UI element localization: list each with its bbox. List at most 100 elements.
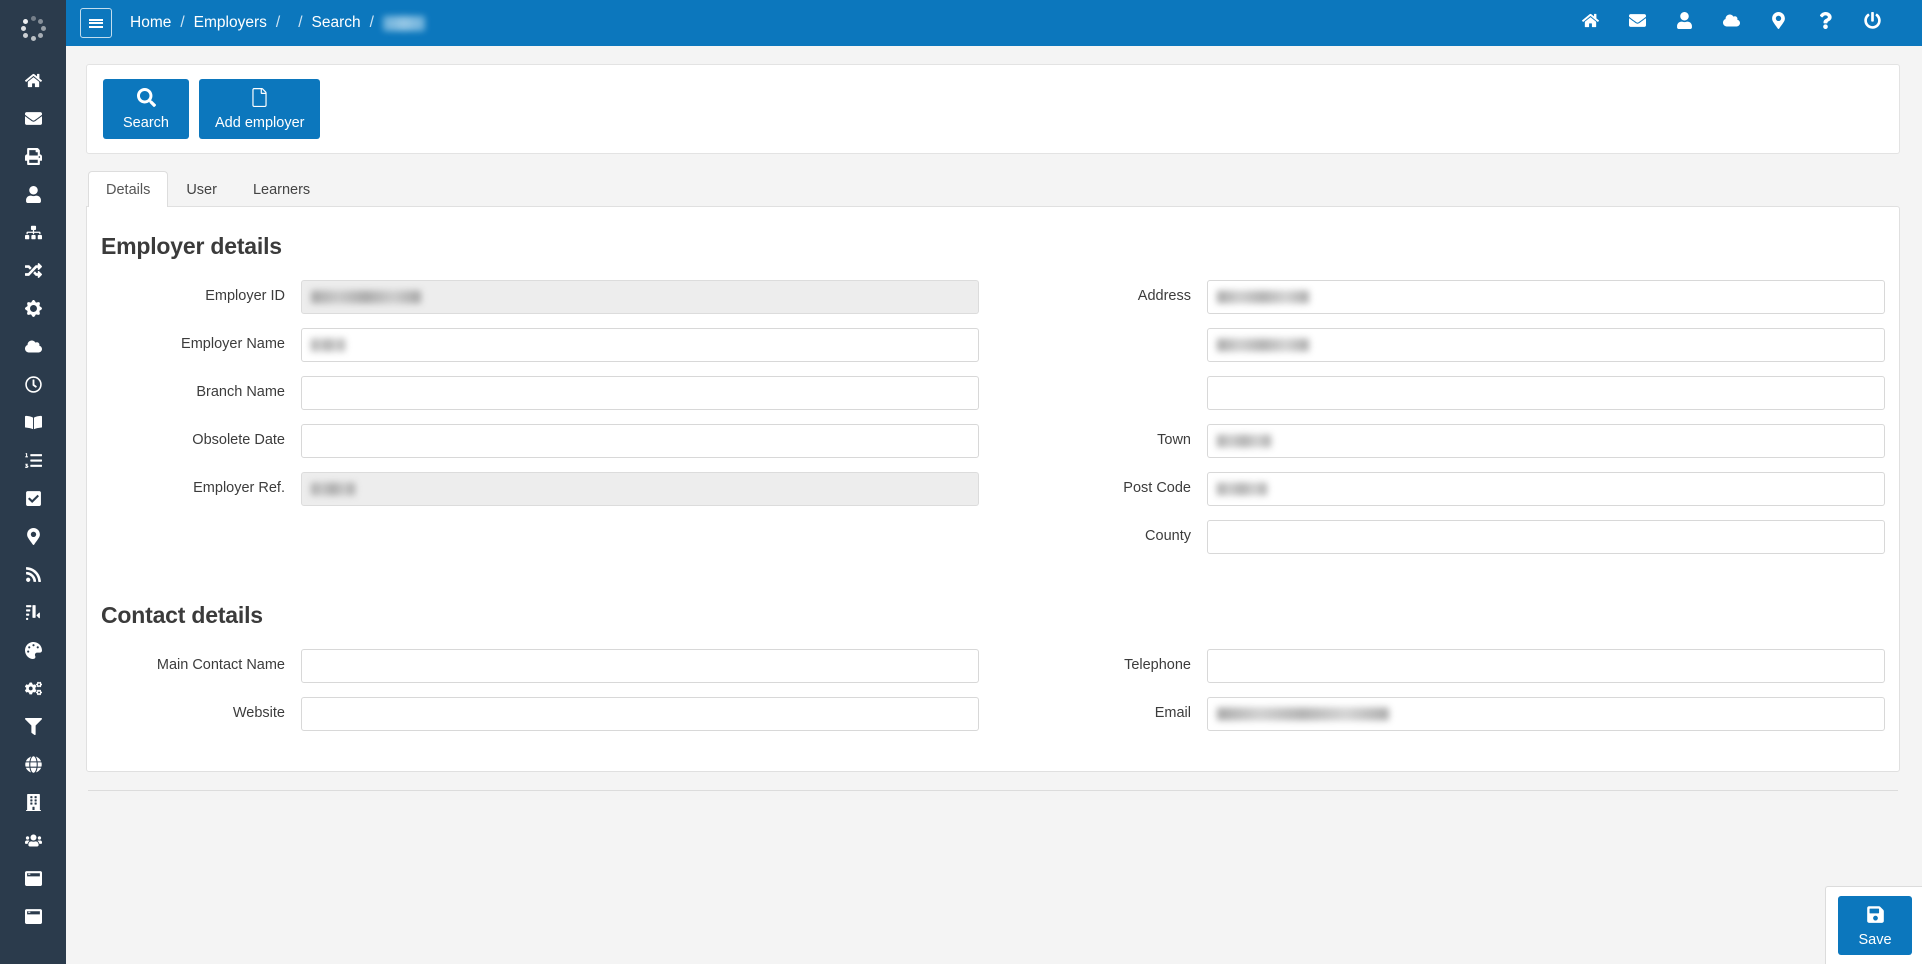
sidebar-item-clock[interactable] [0, 365, 66, 403]
sidebar [0, 0, 66, 964]
field-wrapper [1207, 520, 1885, 554]
sidebar-item-book[interactable] [0, 403, 66, 441]
input-branch-name[interactable] [301, 376, 979, 410]
save-button[interactable]: Save [1838, 896, 1912, 955]
label-post-code: Post Code [1007, 480, 1207, 497]
input-employer-name[interactable] [301, 328, 979, 362]
sidebar-item-window[interactable] [0, 859, 66, 897]
input-town[interactable] [1207, 424, 1885, 458]
filter-icon [25, 718, 42, 735]
sidebar-item-user[interactable] [0, 175, 66, 213]
contact-details-title: Contact details [101, 602, 1899, 629]
contact-left-column: Main Contact Name Website [87, 649, 993, 745]
breadcrumb-current-redacted [383, 16, 425, 31]
input-unlabelled-2[interactable] [1207, 376, 1885, 410]
sidebar-item-globe[interactable] [0, 745, 66, 783]
field-wrapper [1207, 424, 1885, 458]
file-icon [250, 88, 269, 111]
topbar: Home/Employers//Search/ [66, 0, 1922, 46]
sidebar-item-rss[interactable] [0, 555, 66, 593]
input-telephone[interactable] [1207, 649, 1885, 683]
users-icon [25, 832, 42, 849]
breadcrumb-link-employers[interactable]: Employers [194, 14, 267, 32]
sidebar-item-sitemap[interactable] [0, 213, 66, 251]
power-icon [1864, 12, 1881, 34]
clock-icon [25, 376, 42, 393]
label-obsolete-date: Obsolete Date [101, 432, 301, 449]
label-website: Website [101, 705, 301, 722]
button-label: Add employer [215, 116, 304, 131]
input-email[interactable] [1207, 697, 1885, 731]
user-icon [25, 186, 42, 203]
breadcrumb-link-search[interactable]: Search [312, 14, 361, 32]
sidebar-item-building[interactable] [0, 783, 66, 821]
sidebar-item-cogs[interactable] [0, 669, 66, 707]
input-unlabelled-1[interactable] [1207, 328, 1885, 362]
topbar-home-button[interactable] [1567, 0, 1614, 46]
sidebar-item-window-alt[interactable] [0, 897, 66, 935]
topbar-question-button[interactable] [1802, 0, 1849, 46]
topbar-map-pin-button[interactable] [1755, 0, 1802, 46]
search-button[interactable]: Search [103, 79, 189, 139]
input-main-contact-name[interactable] [301, 649, 979, 683]
sidebar-item-cloud[interactable] [0, 327, 66, 365]
form-row: Main Contact Name [101, 649, 979, 683]
add-employer-button[interactable]: Add employer [199, 79, 320, 139]
input-county[interactable] [1207, 520, 1885, 554]
input-employer-id [301, 280, 979, 314]
hamburger-icon[interactable] [80, 8, 112, 38]
sidebar-item-check-square[interactable] [0, 479, 66, 517]
tab-details[interactable]: Details [88, 171, 168, 207]
topbar-user-button[interactable] [1661, 0, 1708, 46]
sidebar-item-sort-amount[interactable] [0, 593, 66, 631]
field-wrapper [301, 649, 979, 683]
form-row [1007, 328, 1885, 362]
sidebar-item-filter[interactable] [0, 707, 66, 745]
topbar-cloud-button[interactable] [1708, 0, 1755, 46]
input-website[interactable] [301, 697, 979, 731]
sidebar-item-print[interactable] [0, 137, 66, 175]
save-button-label: Save [1858, 933, 1891, 948]
form-row: Address [1007, 280, 1885, 314]
input-address[interactable] [1207, 280, 1885, 314]
label-employer-id: Employer ID [101, 288, 301, 305]
input-obsolete-date[interactable] [301, 424, 979, 458]
book-icon [25, 414, 42, 431]
app-logo[interactable] [0, 0, 66, 57]
sidebar-item-home[interactable] [0, 61, 66, 99]
sidebar-item-gear-sun[interactable] [0, 289, 66, 327]
breadcrumb-link-home[interactable]: Home [130, 14, 171, 32]
map-pin-icon [25, 528, 42, 545]
label-employer-name: Employer Name [101, 336, 301, 353]
sidebar-item-users[interactable] [0, 821, 66, 859]
employer-details-grid: Employer ID Employer Name Branch Name Obsol… [87, 280, 1899, 568]
form-row: Website [101, 697, 979, 731]
form-row [1007, 376, 1885, 410]
field-wrapper [1207, 697, 1885, 731]
field-wrapper [1207, 328, 1885, 362]
input-post-code[interactable] [1207, 472, 1885, 506]
label-email: Email [1007, 705, 1207, 722]
sidebar-item-ordered-list[interactable] [0, 441, 66, 479]
tab-user[interactable]: User [168, 171, 235, 207]
topbar-envelope-button[interactable] [1614, 0, 1661, 46]
sidebar-item-map-pin[interactable] [0, 517, 66, 555]
form-row: Town [1007, 424, 1885, 458]
print-icon [25, 148, 42, 165]
field-wrapper [301, 376, 979, 410]
tab-learners[interactable]: Learners [235, 171, 328, 207]
field-wrapper [301, 697, 979, 731]
topbar-power-button[interactable] [1849, 0, 1896, 46]
form-row: Employer Ref. [101, 472, 979, 506]
breadcrumb: Home/Employers//Search/ [130, 14, 425, 32]
sidebar-item-envelope[interactable] [0, 99, 66, 137]
field-wrapper [1207, 280, 1885, 314]
check-square-icon [25, 490, 42, 507]
label-branch-name: Branch Name [101, 384, 301, 401]
envelope-icon [1629, 12, 1646, 34]
field-wrapper [1207, 376, 1885, 410]
building-icon [25, 794, 42, 811]
ordered-list-icon [25, 452, 42, 469]
sidebar-item-shuffle[interactable] [0, 251, 66, 289]
sidebar-item-palette[interactable] [0, 631, 66, 669]
